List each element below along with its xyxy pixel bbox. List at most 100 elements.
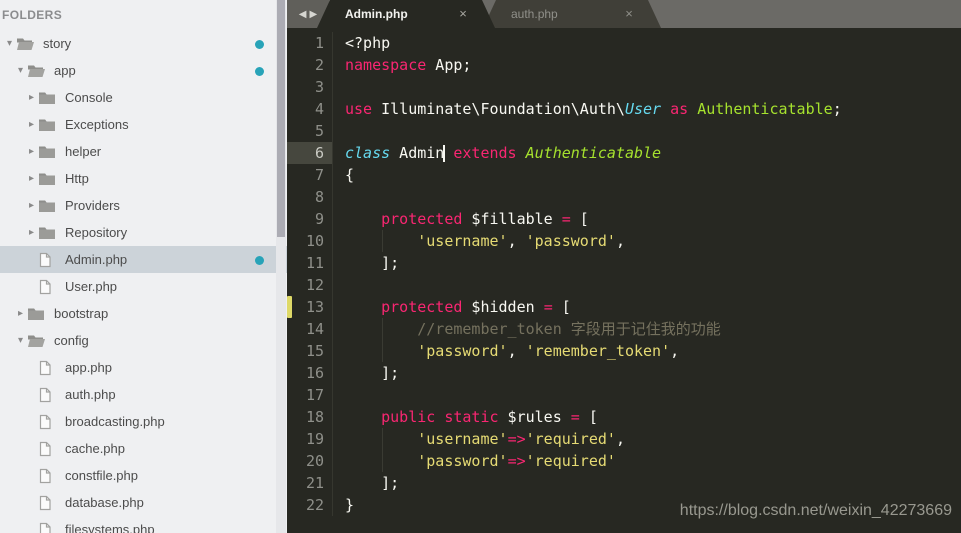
- chevron-right-icon[interactable]: ▸: [14, 308, 27, 319]
- tree-item-bootstrap[interactable]: ▸ bootstrap: [0, 300, 287, 327]
- code-text: 'password', 'remember_token',: [333, 340, 679, 362]
- file-icon: [38, 521, 58, 533]
- file-icon: [38, 467, 58, 484]
- chevron-right-icon[interactable]: ▸: [25, 200, 38, 211]
- tab-admin-php[interactable]: Admin.php ×: [317, 0, 495, 28]
- tab-bar: ◀ ▶ Admin.php × auth.php ×: [287, 0, 961, 28]
- code-line[interactable]: 2namespace App;: [287, 54, 961, 76]
- close-icon[interactable]: ×: [455, 6, 471, 22]
- code-line[interactable]: 7{: [287, 164, 961, 186]
- tree-item-exceptions[interactable]: ▸Exceptions: [0, 111, 287, 138]
- code-text: public static $rules = [: [333, 406, 598, 428]
- code-line[interactable]: 14 //remember_token 字段用于记住我的功能: [287, 318, 961, 340]
- tree-item-user-php[interactable]: User.php: [0, 273, 287, 300]
- tree-item-constfile-php[interactable]: constfile.php: [0, 462, 287, 489]
- folder-open-icon: [16, 35, 36, 52]
- line-number: 5: [287, 120, 333, 142]
- tree-item-label: config: [54, 333, 89, 348]
- line-number: 2: [287, 54, 333, 76]
- chevron-down-icon[interactable]: ▾: [14, 335, 27, 346]
- code-line[interactable]: 13 protected $hidden = [: [287, 296, 961, 318]
- code-line[interactable]: 1<?php: [287, 32, 961, 54]
- chevron-right-icon[interactable]: ▸: [25, 146, 38, 157]
- code-line[interactable]: 4use Illuminate\Foundation\Auth\User as …: [287, 98, 961, 120]
- tree-item-repository[interactable]: ▸Repository: [0, 219, 287, 246]
- tree-item-label: app.php: [65, 360, 112, 375]
- code-line[interactable]: 17: [287, 384, 961, 406]
- folder-icon: [27, 305, 47, 322]
- code-line[interactable]: 11 ];: [287, 252, 961, 274]
- code-text: //remember_token 字段用于记住我的功能: [333, 318, 721, 340]
- file-icon: [38, 251, 58, 268]
- tree-item-auth-php[interactable]: auth.php: [0, 381, 287, 408]
- tree-item-database-php[interactable]: database.php: [0, 489, 287, 516]
- line-number: 7: [287, 164, 333, 186]
- code-text: }: [333, 494, 354, 516]
- code-line[interactable]: 5: [287, 120, 961, 142]
- chevron-right-icon[interactable]: ▸: [25, 119, 38, 130]
- tree-item-label: User.php: [65, 279, 117, 294]
- code-text: [333, 186, 345, 208]
- tree-item-console[interactable]: ▸Console: [0, 84, 287, 111]
- code-line[interactable]: 8: [287, 186, 961, 208]
- code-line[interactable]: 18 public static $rules = [: [287, 406, 961, 428]
- tree-item-broadcasting-php[interactable]: broadcasting.php: [0, 408, 287, 435]
- folder-open-icon: [27, 332, 47, 349]
- tree-item-filesystems-php[interactable]: filesystems.php: [0, 516, 287, 533]
- chevron-right-icon[interactable]: ▸: [25, 227, 38, 238]
- code-editor[interactable]: 1<?php2namespace App;34use Illuminate\Fo…: [287, 28, 961, 533]
- tree-item-label: Http: [65, 171, 89, 186]
- bookmark-marker: [287, 296, 292, 318]
- tree-item-providers[interactable]: ▸ Providers: [0, 192, 287, 219]
- next-tab-icon[interactable]: ▶: [310, 9, 318, 20]
- code-line[interactable]: 21 ];: [287, 472, 961, 494]
- chevron-down-icon[interactable]: ▾: [14, 65, 27, 76]
- folders-header: FOLDERS: [0, 0, 287, 30]
- tree-item-label: Providers: [65, 198, 120, 213]
- tree-item-label: bootstrap: [54, 306, 108, 321]
- code-line[interactable]: 10 'username', 'password',: [287, 230, 961, 252]
- modified-dot: [255, 67, 264, 76]
- sidebar-scrollbar-thumb[interactable]: [277, 0, 285, 237]
- line-number: 20: [287, 450, 333, 472]
- code-line[interactable]: 6class Admin extends Authenticatable: [287, 142, 961, 164]
- tree-item-helper[interactable]: ▸ helper: [0, 138, 287, 165]
- tree-item-config[interactable]: ▾ config: [0, 327, 287, 354]
- tree-item-cache-php[interactable]: cache.php: [0, 435, 287, 462]
- folder-icon: [38, 197, 58, 214]
- sidebar-scrollbar-track[interactable]: [276, 0, 286, 533]
- file-icon: [38, 278, 58, 295]
- prev-tab-icon[interactable]: ◀: [299, 9, 307, 20]
- line-number: 17: [287, 384, 333, 406]
- tree-item-admin-php[interactable]: Admin.php: [0, 246, 287, 273]
- tree-item-app-php[interactable]: app.php: [0, 354, 287, 381]
- folder-icon: [38, 224, 58, 241]
- code-text: class Admin extends Authenticatable: [333, 142, 661, 164]
- file-icon: [38, 494, 58, 511]
- folder-icon: [38, 143, 58, 160]
- file-tree: ▾story▾app▸Console▸Exceptions▸helper▸Htt…: [0, 30, 287, 533]
- line-number: 8: [287, 186, 333, 208]
- close-icon[interactable]: ×: [621, 6, 637, 22]
- line-number: 13: [287, 296, 333, 318]
- tab-label: Admin.php: [345, 7, 408, 21]
- code-text: namespace App;: [333, 54, 471, 76]
- code-line[interactable]: 9 protected $fillable = [: [287, 208, 961, 230]
- line-number: 15: [287, 340, 333, 362]
- tree-item-http[interactable]: ▸ Http: [0, 165, 287, 192]
- chevron-right-icon[interactable]: ▸: [25, 92, 38, 103]
- code-text: {: [333, 164, 354, 186]
- code-line[interactable]: 20 'password'=>'required': [287, 450, 961, 472]
- tree-item-story[interactable]: ▾story: [0, 30, 287, 57]
- tree-item-label: filesystems.php: [65, 522, 155, 533]
- code-line[interactable]: 19 'username'=>'required',: [287, 428, 961, 450]
- code-line[interactable]: 16 ];: [287, 362, 961, 384]
- code-line[interactable]: 12: [287, 274, 961, 296]
- tree-item-label: helper: [65, 144, 101, 159]
- tab-auth-php[interactable]: auth.php ×: [483, 0, 661, 28]
- chevron-down-icon[interactable]: ▾: [3, 38, 16, 49]
- code-line[interactable]: 15 'password', 'remember_token',: [287, 340, 961, 362]
- tree-item-app[interactable]: ▾app: [0, 57, 287, 84]
- chevron-right-icon[interactable]: ▸: [25, 173, 38, 184]
- code-line[interactable]: 3: [287, 76, 961, 98]
